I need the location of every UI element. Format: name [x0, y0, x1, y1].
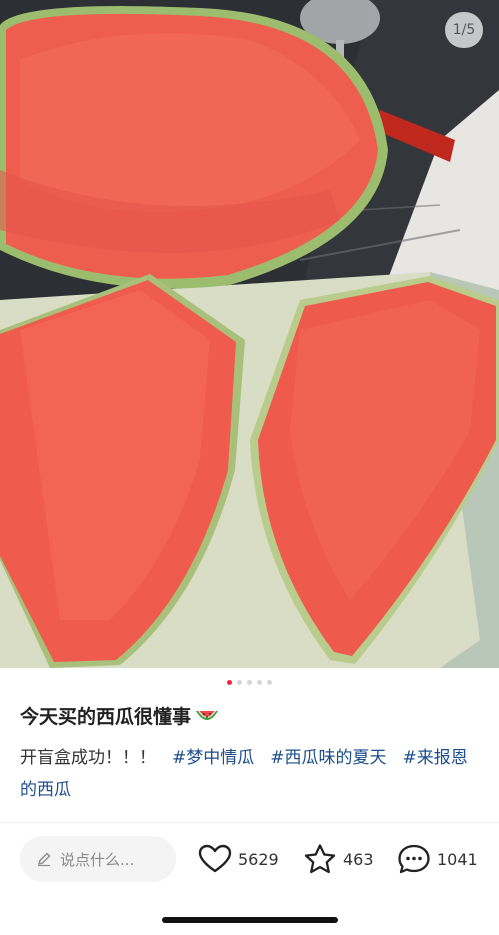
home-indicator[interactable] [162, 917, 338, 923]
hashtag-2[interactable]: #西瓜味的夏天 [270, 748, 386, 768]
speech-bubble-icon [398, 844, 430, 874]
pager-dot-5[interactable] [267, 680, 272, 685]
heart-icon [198, 844, 232, 873]
post-body-text: 开盲盒成功！！！ [20, 748, 156, 768]
watermelon-emoji-icon [196, 711, 219, 720]
like-count: 5629 [238, 849, 279, 869]
comment-placeholder: 说点什么... [60, 850, 135, 869]
favorite-button[interactable]: 463 [303, 840, 374, 878]
comment-button[interactable]: 1041 [397, 840, 478, 878]
comment-count: 1041 [437, 849, 478, 869]
comment-input[interactable]: 说点什么... [20, 836, 176, 882]
pager-dots [0, 680, 499, 685]
divider [0, 822, 499, 823]
star-icon [304, 844, 336, 874]
pager-dot-1[interactable] [227, 680, 232, 685]
pager-dot-4[interactable] [257, 680, 262, 685]
image-counter: 1/5 [445, 12, 483, 48]
pencil-icon [38, 852, 51, 867]
post-title-row: 今天买的西瓜很懂事 [20, 703, 480, 731]
watermelon-photo [0, 0, 499, 668]
hashtag-1[interactable]: #梦中情瓜 [172, 748, 254, 768]
post-body: 开盲盒成功！！！ #梦中情瓜 #西瓜味的夏天 #来报恩的西瓜 [20, 742, 480, 806]
post-photo[interactable]: 1/5 [0, 0, 499, 668]
like-button[interactable]: 5629 [198, 840, 279, 878]
post-title: 今天买的西瓜很懂事 [20, 706, 192, 728]
favorite-count: 463 [343, 849, 374, 869]
pager-dot-2[interactable] [237, 680, 242, 685]
pager-dot-3[interactable] [247, 680, 252, 685]
